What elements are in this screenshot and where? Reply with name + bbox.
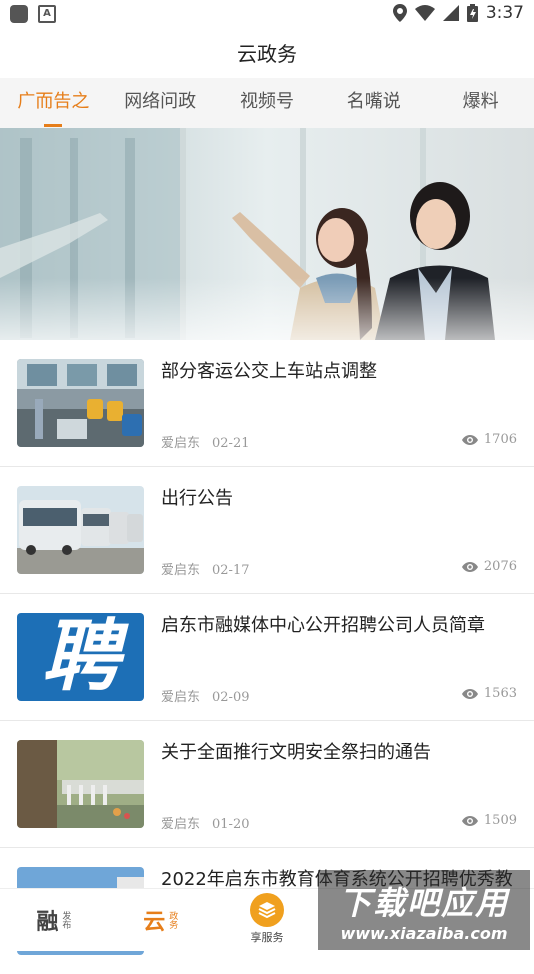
article-date: 01-20	[212, 817, 250, 832]
nav-yun-zhengwu[interactable]: 云 政务	[107, 889, 214, 951]
banner-illustration	[0, 128, 534, 340]
article-meta: 爱启东 01-20	[161, 813, 250, 832]
page-title: 云政务	[237, 42, 297, 66]
nav-big-glyph: 云	[143, 910, 166, 935]
article-title: 启东市融媒体中心公开招聘公司人员简章	[161, 615, 485, 636]
tab-bar: 广而告之 网络问政 视频号 名嘴说 爆料	[0, 78, 534, 128]
view-count: 1706	[461, 432, 517, 447]
article-meta: 爱启东 02-17	[161, 559, 250, 578]
wifi-icon	[414, 5, 435, 21]
view-count: 1509	[461, 813, 517, 828]
list-item[interactable]: 出行公告 爱启东 02-17 2076	[0, 467, 534, 594]
banner-image[interactable]	[0, 128, 534, 340]
nav-label: 享服务	[250, 931, 284, 944]
view-count: 2076	[461, 559, 517, 574]
article-date: 02-21	[212, 436, 250, 451]
tab-label: 网络问政	[124, 91, 197, 112]
service-icon	[249, 893, 284, 927]
article-source: 爱启东	[161, 690, 201, 705]
article-meta: 爱启东 02-21	[161, 432, 250, 451]
watermark-title: 下载吧应用	[338, 883, 509, 922]
article-thumbnail	[17, 486, 144, 574]
tab-guangergaozhi[interactable]: 广而告之	[0, 78, 107, 128]
nav-small-label: 政务	[167, 911, 178, 929]
list-item[interactable]: 聘 启东市融媒体中心公开招聘公司人员简章 爱启东 02-09 1563	[0, 594, 534, 721]
article-meta: 爱启东 02-09	[161, 686, 250, 705]
signal-icon	[442, 5, 459, 21]
watermark-url: www.xiazaiba.com	[340, 923, 508, 943]
eye-icon	[461, 561, 478, 572]
list-item[interactable]: 关于全面推行文明安全祭扫的通告 爱启东 01-20 1509	[0, 721, 534, 848]
eye-icon	[461, 434, 478, 445]
article-date: 02-17	[212, 563, 250, 578]
nav-big-glyph: 融	[36, 910, 59, 935]
location-icon	[392, 4, 407, 22]
text-icon: A	[38, 5, 56, 23]
article-thumbnail: 聘	[17, 613, 144, 701]
nav-rong-fabu[interactable]: 融 发布	[0, 889, 107, 951]
article-thumbnail	[17, 359, 144, 447]
tab-baoliao[interactable]: 爆料	[427, 78, 534, 128]
app-header: 云政务	[0, 28, 534, 78]
nav-small-label: 发布	[60, 911, 71, 929]
article-title: 关于全面推行文明安全祭扫的通告	[161, 742, 431, 763]
view-count-value: 1509	[483, 813, 517, 828]
active-tab-indicator	[44, 124, 63, 127]
article-title: 出行公告	[161, 488, 233, 509]
battery-icon	[466, 4, 478, 22]
status-bar: A 3:37	[0, 0, 534, 28]
article-date: 02-09	[212, 690, 250, 705]
list-item[interactable]: 部分客运公交上车站点调整 爱启东 02-21 1706	[0, 340, 534, 467]
article-source: 爱启东	[161, 563, 201, 578]
article-source: 爱启东	[161, 817, 201, 832]
recruit-glyph: 聘	[41, 613, 120, 701]
nav-xiang-fuwu[interactable]: 享服务	[214, 889, 321, 951]
clock: 3:37	[485, 3, 524, 23]
eye-icon	[461, 688, 478, 699]
tab-mingzuishuo[interactable]: 名嘴说	[320, 78, 427, 128]
view-count-value: 2076	[483, 559, 517, 574]
notification-icon	[10, 5, 28, 23]
tab-label: 视频号	[239, 91, 294, 112]
view-count-value: 1706	[483, 432, 517, 447]
tab-wangluowenzheng[interactable]: 网络问政	[107, 78, 214, 128]
article-title: 部分客运公交上车站点调整	[161, 361, 377, 382]
article-source: 爱启东	[161, 436, 201, 451]
view-count-value: 1563	[483, 686, 517, 701]
view-count: 1563	[461, 686, 517, 701]
watermark: 下载吧应用 www.xiazaiba.com	[318, 870, 530, 950]
eye-icon	[461, 815, 478, 826]
tab-label: 名嘴说	[346, 91, 401, 112]
tab-shipinhao[interactable]: 视频号	[214, 78, 321, 128]
article-thumbnail	[17, 740, 144, 828]
tab-label: 爆料	[462, 91, 499, 112]
tab-label: 广而告之	[17, 91, 90, 112]
